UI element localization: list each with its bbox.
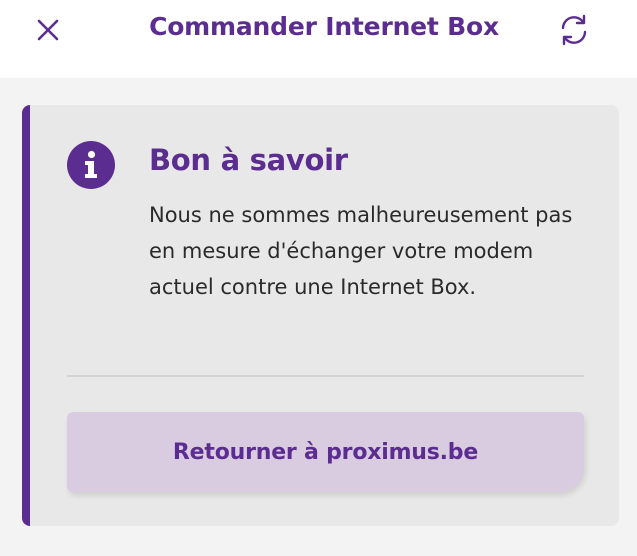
card-accent-bar: [22, 105, 30, 526]
notice-body: Nous ne sommes malheureusement pas en me…: [149, 203, 573, 299]
return-to-proximus-button[interactable]: Retourner à proximus.be: [67, 412, 584, 492]
return-button-label: Retourner à proximus.be: [172, 439, 479, 465]
notice-title: Bon à savoir: [149, 143, 348, 177]
info-icon: [67, 141, 115, 189]
refresh-icon: [561, 14, 587, 46]
page-title: Commander Internet Box: [149, 12, 499, 41]
top-bar: Commander Internet Box: [0, 0, 637, 78]
refresh-button[interactable]: [553, 9, 595, 51]
notice-card: Bon à savoir Nous ne sommes malheureusem…: [22, 105, 619, 526]
divider: [67, 375, 584, 377]
